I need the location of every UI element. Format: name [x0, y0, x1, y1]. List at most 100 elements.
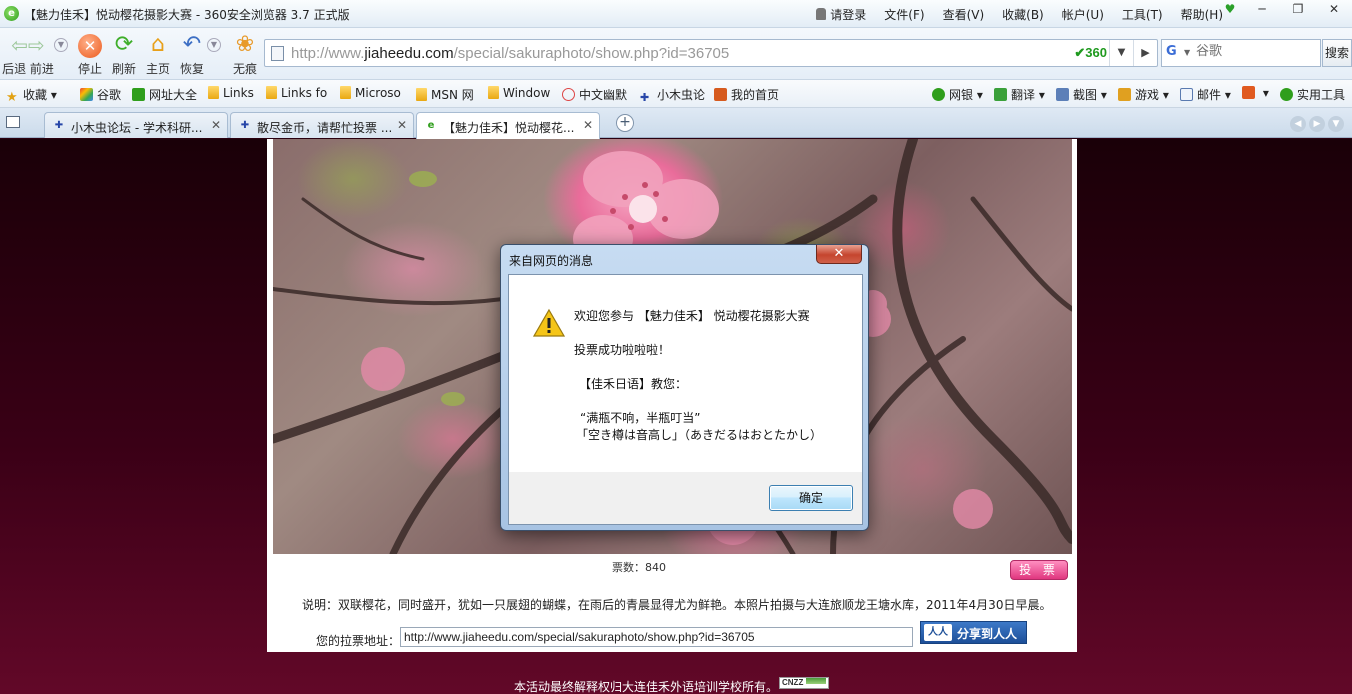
close-tab-icon[interactable]: ✕ — [211, 118, 221, 132]
window-title: 【魅力佳禾】悦动樱花摄影大赛 - 360安全浏览器 3.7 正式版 — [24, 8, 350, 22]
menu-bar: 请登录 文件(F) 查看(V) 收藏(B) 帐户(U) 工具(T) 帮助(H) — [807, 6, 1232, 23]
search-input[interactable] — [1196, 44, 1316, 59]
refresh-icon: ⟳ — [114, 32, 134, 57]
minimize-button[interactable]: ─ — [1244, 0, 1280, 20]
close-window-button[interactable]: ✕ — [1316, 0, 1352, 20]
bookmark-msn[interactable]: MSN 网 — [416, 86, 474, 103]
bookmark-muchong[interactable]: ✚ 小木虫论 — [640, 86, 705, 104]
homepage-icon — [714, 88, 727, 101]
bookmark-site-directory[interactable]: 网址大全 — [132, 86, 197, 103]
tool-group-buy[interactable]: ▾ — [1242, 86, 1269, 100]
vote-link-field[interactable]: http://www.jiaheedu.com/special/sakuraph… — [400, 627, 913, 647]
page-favicon-icon: e — [427, 120, 435, 131]
close-tab-icon[interactable]: ✕ — [397, 118, 407, 132]
tool-games[interactable]: 游戏 ▾ — [1118, 86, 1169, 103]
group-buy-icon — [1242, 86, 1255, 99]
folder-icon — [340, 86, 351, 99]
dialog-body: 欢迎您参与 【魅力佳禾】 悦动樱花摄影大赛 投票成功啦啦啦！ 【佳禾日语】教您：… — [508, 274, 863, 525]
restore-button[interactable]: ↶ 恢复 — [176, 32, 208, 77]
search-button[interactable]: 搜索 — [1322, 39, 1352, 67]
bookmark-bar: ★ 收藏 ▾ 谷歌 网址大全 Links Links fo Microso MSN… — [0, 80, 1352, 108]
close-tab-icon[interactable]: ✕ — [583, 118, 593, 132]
menu-favorites[interactable]: 收藏(B) — [993, 6, 1053, 23]
title-bar: e 【魅力佳禾】悦动樱花摄影大赛 - 360安全浏览器 3.7 正式版 请登录 … — [0, 0, 1352, 28]
star-icon: ★ — [6, 90, 18, 105]
home-icon: ⌂ — [151, 32, 165, 57]
undo-icon: ↶ — [182, 32, 202, 57]
tab-scroll-left-icon[interactable]: ◀ — [1290, 116, 1306, 132]
tool-utilities[interactable]: 实用工具 — [1280, 86, 1345, 103]
incognito-button[interactable]: ❀ 无痕 — [228, 32, 262, 77]
vote-count: 票数：840 — [612, 561, 666, 574]
google-icon — [80, 88, 93, 101]
bookmark-microsoft[interactable]: Microso — [340, 86, 401, 100]
tool-screenshot[interactable]: 截图 ▾ — [1056, 86, 1107, 103]
skin-icon[interactable]: ♥ — [1216, 0, 1244, 20]
address-bar[interactable]: http://www.jiaheedu.com/special/sakuraph… — [264, 39, 1158, 67]
window-controls: ♥ ─ ❐ ✕ — [1216, 0, 1352, 20]
menu-account[interactable]: 帐户(U) — [1053, 6, 1113, 23]
vote-link-label: 您的拉票地址： — [316, 634, 401, 648]
dialog-message-area: 欢迎您参与 【魅力佳禾】 悦动樱花摄影大赛 投票成功啦啦啦！ 【佳禾日语】教您：… — [509, 275, 862, 472]
engine-dropdown-icon[interactable]: ▼ — [1184, 48, 1190, 57]
back-forward-icon: ⇦⇨ — [11, 33, 45, 57]
browser-logo-icon: e — [4, 6, 19, 21]
menu-login[interactable]: 请登录 — [807, 6, 875, 23]
tool-online-banking[interactable]: 网银 ▾ — [932, 86, 983, 103]
home-button[interactable]: ⌂ 主页 — [142, 32, 174, 77]
stop-button[interactable]: ✕ 停止 — [74, 32, 106, 77]
cnzz-stats-badge[interactable]: CNZZ — [779, 677, 829, 689]
address-url[interactable]: http://www.jiaheedu.com/special/sakuraph… — [291, 45, 729, 62]
e-icon — [132, 88, 145, 101]
bookmark-links[interactable]: Links — [208, 86, 254, 100]
restore-dropdown-icon[interactable]: ▼ — [207, 36, 221, 52]
bookmark-google[interactable]: 谷歌 — [80, 86, 121, 103]
maximize-button[interactable]: ❐ — [1280, 0, 1316, 20]
photo-description: 说明：双联樱花，同时盛开，犹如一只展翅的蝴蝶，在雨后的青晨显得尤为鲜艳。本照片拍… — [302, 598, 1052, 612]
bookmark-my-homepage[interactable]: 我的首页 — [714, 86, 779, 103]
tab-list-icon[interactable] — [6, 116, 20, 128]
dialog-close-button[interactable]: ✕ — [816, 245, 862, 264]
muchong-favicon-icon: ✚ — [54, 120, 64, 131]
refresh-button[interactable]: ⟳ 刷新 — [108, 32, 140, 77]
tool-mail[interactable]: 邮件 ▾ — [1180, 86, 1231, 103]
smiley-icon — [562, 88, 575, 101]
muchong-icon: ✚ — [640, 91, 650, 104]
search-engine-icon[interactable]: G — [1166, 44, 1184, 62]
menu-file[interactable]: 文件(F) — [875, 6, 933, 23]
bookmark-links-fo[interactable]: Links fo — [266, 86, 327, 100]
address-dropdown-icon[interactable]: ▼ — [1109, 40, 1133, 66]
go-button[interactable]: ▶ — [1133, 40, 1157, 66]
tab-bar: ✚ 小木虫论坛 - 学术科研... ✕ ✚ 散尽金币，请帮忙投票 ... ✕ e… — [0, 108, 1352, 139]
tab-list-dropdown-icon[interactable]: ▼ — [1328, 116, 1344, 132]
tab-vote-request[interactable]: ✚ 散尽金币，请帮忙投票 ... ✕ — [230, 112, 414, 138]
tool-translate[interactable]: 翻译 ▾ — [994, 86, 1045, 103]
search-box[interactable]: G ▼ — [1161, 39, 1321, 67]
menu-tools[interactable]: 工具(T) — [1113, 6, 1172, 23]
dialog-line-proverb-cn: “满瓶不响，半瓶叮当” — [580, 411, 701, 425]
bookmark-windows[interactable]: Window — [488, 86, 550, 100]
tab-sakura-contest[interactable]: e 【魅力佳禾】悦动樱花... ✕ — [416, 112, 600, 139]
dialog-line-success: 投票成功啦啦啦！ — [574, 343, 671, 357]
security-360-badge[interactable]: ✔360 — [1074, 45, 1107, 61]
back-forward-buttons[interactable]: ⇦⇨ 后退 前进 — [2, 32, 54, 77]
share-renren-button[interactable]: 人人 分享到人人 — [920, 621, 1027, 644]
lock-icon — [816, 8, 827, 20]
scissors-icon — [1056, 88, 1069, 101]
tab-muchong-forum[interactable]: ✚ 小木虫论坛 - 学术科研... ✕ — [44, 112, 228, 138]
paw-icon: ❀ — [235, 32, 255, 57]
folder-icon — [266, 86, 277, 99]
tab-scroll-right-icon[interactable]: ▶ — [1309, 116, 1325, 132]
mail-icon — [1180, 88, 1193, 101]
alert-dialog: 来自网页的消息 ✕ 欢迎您参与 【魅力佳禾】 悦动樱花摄影大赛 投票成功啦啦啦！… — [500, 244, 869, 531]
dialog-title: 来自网页的消息 — [509, 254, 594, 268]
favorites-menu[interactable]: ★ 收藏 ▾ — [6, 86, 57, 104]
new-tab-button[interactable]: + — [616, 114, 634, 132]
ok-button[interactable]: 确定 — [769, 485, 853, 511]
menu-view[interactable]: 查看(V) — [934, 6, 994, 23]
vote-button[interactable]: 投 票 — [1010, 560, 1068, 580]
gamepad-icon — [1118, 88, 1131, 101]
navigation-toolbar: ⇦⇨ 后退 前进 ▼ ✕ 停止 ⟳ 刷新 ⌂ 主页 ↶ 恢复 ▼ ❀ 无痕 ht… — [0, 28, 1352, 80]
bookmark-chinese-humor[interactable]: 中文幽默 — [562, 86, 627, 103]
history-dropdown-icon[interactable]: ▼ — [54, 36, 68, 52]
